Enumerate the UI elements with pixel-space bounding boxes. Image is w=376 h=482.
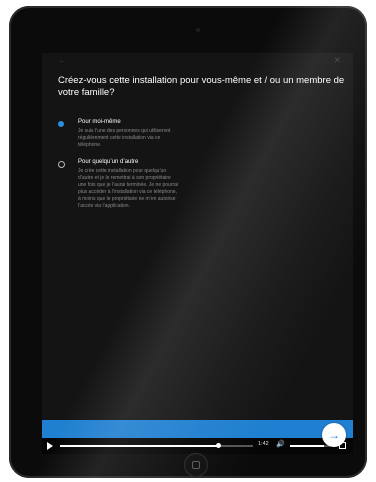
volume-icon[interactable]: 🔊 <box>276 440 285 450</box>
option-title: Pour moi-même <box>78 119 121 125</box>
tablet-frame: ← ✕ Créez-vous cette installation pour v… <box>9 6 367 478</box>
progress-bar[interactable] <box>60 443 253 448</box>
progress-fill <box>60 445 219 447</box>
top-bar: ← ✕ <box>42 53 353 67</box>
option-title: Pour quelqu’un d’autre <box>78 159 139 165</box>
close-icon[interactable]: ✕ <box>333 54 341 66</box>
next-button[interactable]: → <box>322 423 346 447</box>
bottom-accent-bar <box>42 420 353 438</box>
home-button[interactable] <box>184 453 208 477</box>
progress-handle[interactable] <box>216 443 222 448</box>
arrow-right-icon: → <box>328 428 340 442</box>
app-screen: ← ✕ Créez-vous cette installation pour v… <box>42 53 353 454</box>
page-question: Créez-vous cette installation pour vous-… <box>58 75 345 98</box>
play-icon[interactable] <box>47 442 53 450</box>
volume-fill <box>290 445 324 447</box>
video-controls: 1:42 🔊 <box>42 438 353 454</box>
option-description: Je suis l’une des personnes qui utiliser… <box>78 128 171 148</box>
front-camera <box>196 28 200 32</box>
back-arrow-icon[interactable]: ← <box>58 54 67 66</box>
option-description: Je crée cette installation pour quelqu’u… <box>78 168 179 209</box>
home-square-icon <box>192 461 200 469</box>
radio-unselected-icon[interactable] <box>58 161 65 168</box>
radio-selected-icon[interactable] <box>58 121 64 127</box>
playback-time: 1:42 <box>258 441 269 447</box>
